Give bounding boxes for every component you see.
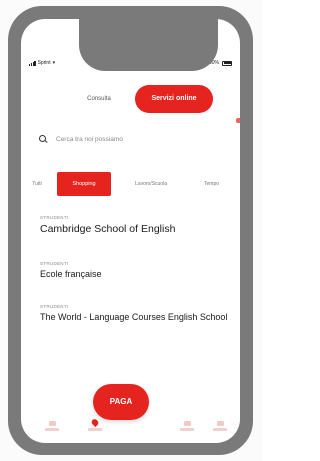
home-icon xyxy=(48,421,56,426)
profile-icon xyxy=(216,421,224,426)
phone-notch xyxy=(79,19,218,71)
nav-label xyxy=(180,428,194,431)
item-name: Ecole française xyxy=(40,269,102,279)
category-chip-active[interactable]: Shopping xyxy=(57,172,111,196)
search-bar xyxy=(39,132,229,146)
nav-item-profile[interactable] xyxy=(209,421,231,435)
nav-item-wallet[interactable] xyxy=(176,421,198,435)
nav-label xyxy=(88,428,102,431)
list-item[interactable]: STRUDENTI Ecole française xyxy=(40,261,230,280)
item-name: The World - Language Courses English Sch… xyxy=(40,312,228,322)
tab-consulta[interactable]: Consulta xyxy=(69,92,129,106)
item-category: STRUDENTI xyxy=(40,304,69,309)
paga-button[interactable]: PAGA xyxy=(93,384,149,420)
category-chip[interactable]: Tutti xyxy=(25,176,49,192)
nav-label xyxy=(45,428,59,431)
mode-switch: Consulta Servizi online xyxy=(21,85,240,113)
nav-item-home[interactable] xyxy=(41,421,63,435)
item-category: STRUDENTI xyxy=(40,261,69,266)
battery-icon xyxy=(222,60,232,66)
location-pin-icon xyxy=(90,417,100,428)
item-name: Cambridge School of English xyxy=(40,223,176,235)
search-input[interactable] xyxy=(56,135,216,143)
category-chip[interactable]: Tempo xyxy=(204,176,240,192)
search-icon xyxy=(39,134,48,144)
nav-item-map[interactable] xyxy=(84,417,106,435)
app-mockup: Sprint ▾ 9:41 AM ∗ 100% Consulta Servizi… xyxy=(0,0,262,461)
tab-servizi-online[interactable]: Servizi online xyxy=(135,85,213,113)
side-indicator xyxy=(236,118,240,123)
item-category: STRUDENTI xyxy=(40,215,69,220)
phone-screen: Sprint ▾ 9:41 AM ∗ 100% Consulta Servizi… xyxy=(21,19,240,443)
wallet-icon xyxy=(183,421,191,426)
category-chip[interactable]: Lavoro/Scuola xyxy=(126,176,176,192)
list-item[interactable]: STRUDENTI Cambridge School of English xyxy=(40,215,230,235)
nav-label xyxy=(213,428,227,431)
category-tabs: Tutti Shopping Lavoro/Scuola Tempo xyxy=(21,172,240,196)
list-item[interactable]: STRUDENTI The World - Language Courses E… xyxy=(40,304,230,323)
